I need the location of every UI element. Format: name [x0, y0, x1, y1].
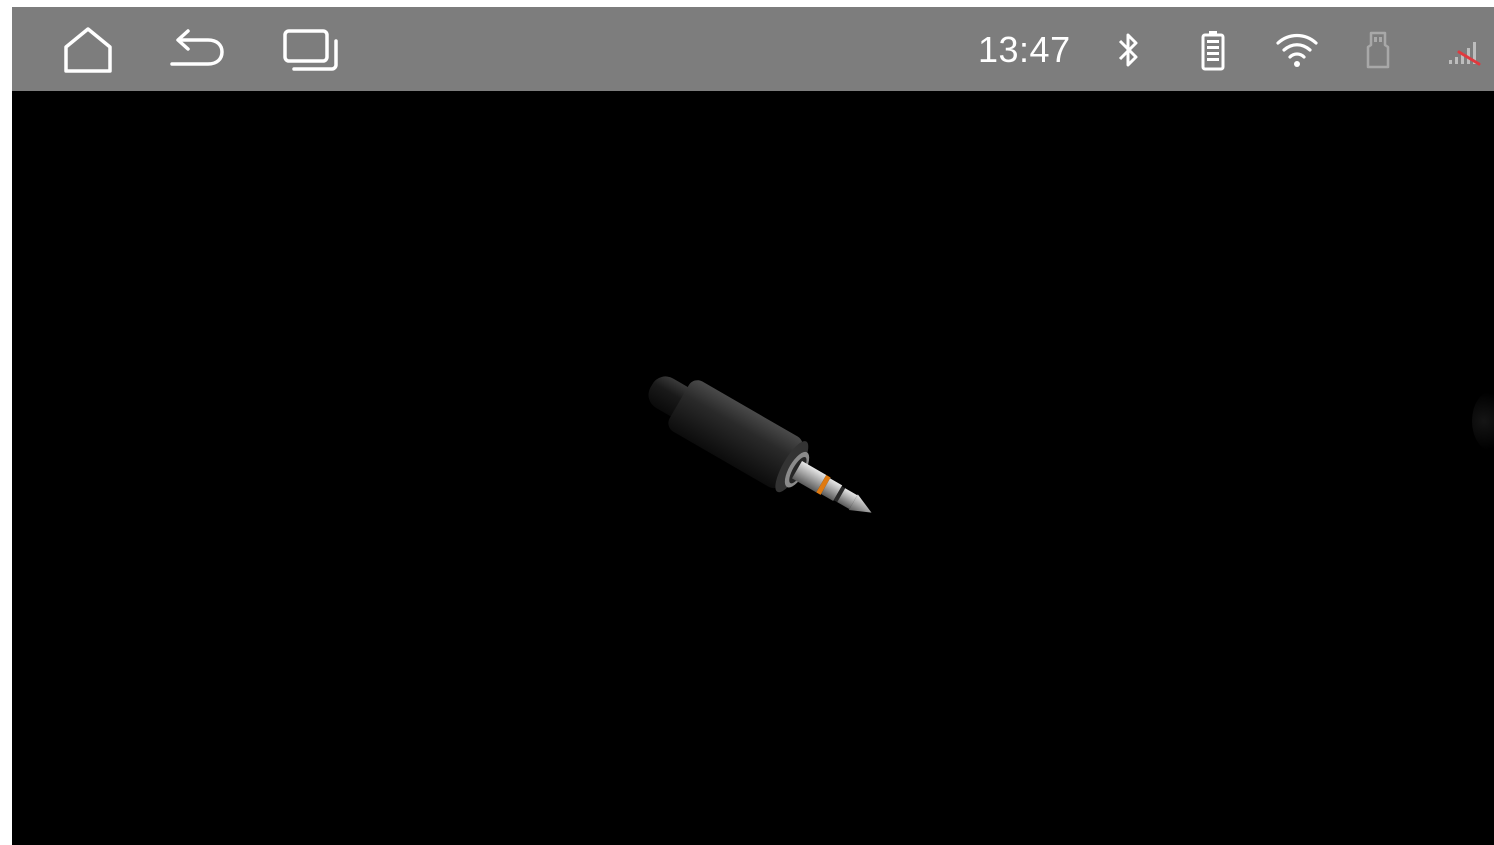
next-page-hint	[1472, 391, 1494, 451]
back-icon	[170, 29, 224, 66]
device-screen: 13:47	[12, 7, 1494, 845]
cellular-indicator	[1446, 27, 1484, 73]
aux-jack-image	[648, 376, 872, 513]
status-bar: 13:47	[12, 7, 1494, 91]
bluetooth-indicator	[1112, 27, 1144, 73]
battery-icon	[1201, 31, 1225, 71]
clock: 13:47	[978, 29, 1071, 70]
recent-apps-button[interactable]	[280, 23, 340, 77]
home-button[interactable]	[58, 23, 118, 77]
wifi-indicator	[1274, 27, 1320, 73]
cellular-signal-off-icon	[1449, 42, 1481, 66]
back-button[interactable]	[166, 23, 226, 77]
aux-input-screen	[12, 91, 1494, 845]
home-icon	[64, 27, 112, 73]
recent-apps-icon	[283, 29, 338, 71]
sd-card-icon	[1366, 31, 1390, 69]
bluetooth-icon	[1118, 33, 1138, 67]
battery-indicator	[1198, 27, 1228, 73]
wifi-icon	[1276, 33, 1318, 67]
sd-card-indicator	[1364, 27, 1392, 73]
